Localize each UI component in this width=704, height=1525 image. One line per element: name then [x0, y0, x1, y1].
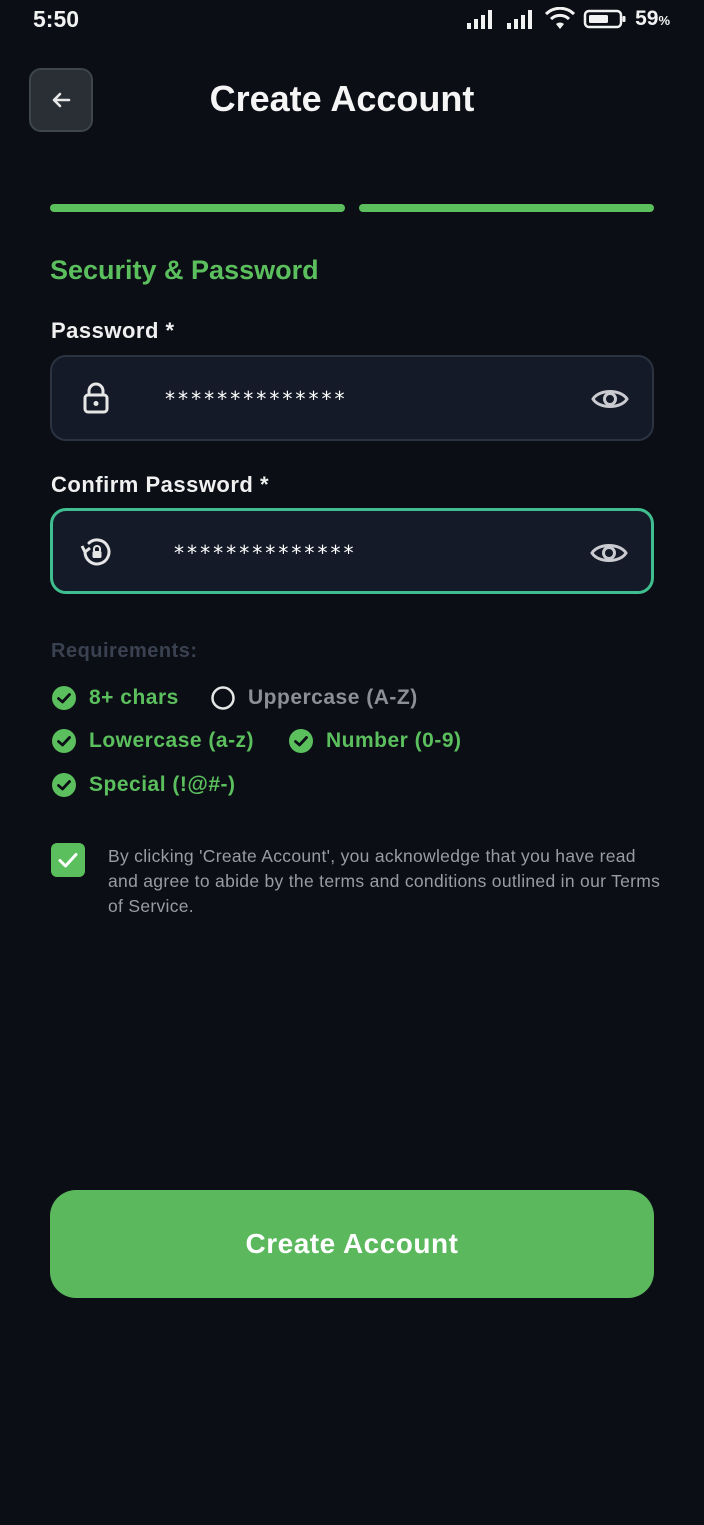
signal-icon — [507, 10, 533, 29]
confirm-password-value[interactable]: ************** — [173, 541, 356, 565]
status-bar: 5:50 59% — [0, 0, 704, 40]
status-icons: 59% — [465, 6, 670, 32]
requirement-number: Number (0-9) — [288, 728, 462, 754]
empty-circle-icon — [211, 686, 235, 710]
signal-icon — [467, 10, 493, 29]
requirement-label: Lowercase (a-z) — [89, 729, 255, 752]
requirement-label: Special (!@#-) — [89, 773, 236, 796]
terms-text: By clicking 'Create Account', you acknow… — [108, 846, 661, 916]
requirement-label: Number (0-9) — [326, 729, 462, 752]
progress-step-2 — [359, 204, 654, 212]
back-button[interactable] — [29, 68, 93, 132]
arrow-left-icon — [52, 92, 71, 108]
requirement-lowercase: Lowercase (a-z) — [51, 728, 254, 754]
check-circle-icon — [52, 773, 76, 797]
create-account-button[interactable]: Create Account — [50, 1190, 654, 1298]
create-account-screen: 5:50 59% Create Account Security & Passw… — [0, 0, 704, 1525]
requirements-title: Requirements: — [51, 640, 198, 662]
check-circle-icon — [52, 729, 76, 753]
lock-reset-icon — [80, 538, 111, 566]
battery-percent: 59% — [635, 7, 670, 30]
progress-step-1 — [50, 204, 345, 212]
wifi-icon — [545, 7, 576, 29]
check-circle-icon — [52, 686, 76, 710]
confirm-password-field[interactable]: ************** — [50, 508, 654, 594]
lock-icon — [83, 382, 109, 414]
check-circle-icon — [289, 729, 313, 753]
requirement-uppercase: Uppercase (A-Z) — [210, 685, 418, 711]
requirement-label: Uppercase (A-Z) — [248, 686, 418, 709]
confirm-password-label: Confirm Password * — [51, 472, 270, 497]
password-label: Password * — [51, 318, 175, 343]
status-time: 5:50 — [33, 6, 80, 32]
eye-icon[interactable] — [589, 535, 629, 571]
section-title: Security & Password — [50, 255, 319, 285]
step-progress — [50, 204, 654, 212]
password-field[interactable]: ************** — [50, 355, 654, 441]
eye-icon[interactable] — [590, 381, 630, 417]
terms-checkbox[interactable] — [51, 843, 85, 877]
page-title: Create Account — [209, 78, 475, 119]
requirement-label: 8+ chars — [89, 686, 179, 709]
checkmark-icon — [58, 853, 78, 868]
requirement-length: 8+ chars — [51, 685, 179, 711]
password-value[interactable]: ************** — [164, 387, 347, 411]
battery-icon — [583, 9, 626, 29]
requirement-special: Special (!@#-) — [51, 772, 236, 798]
